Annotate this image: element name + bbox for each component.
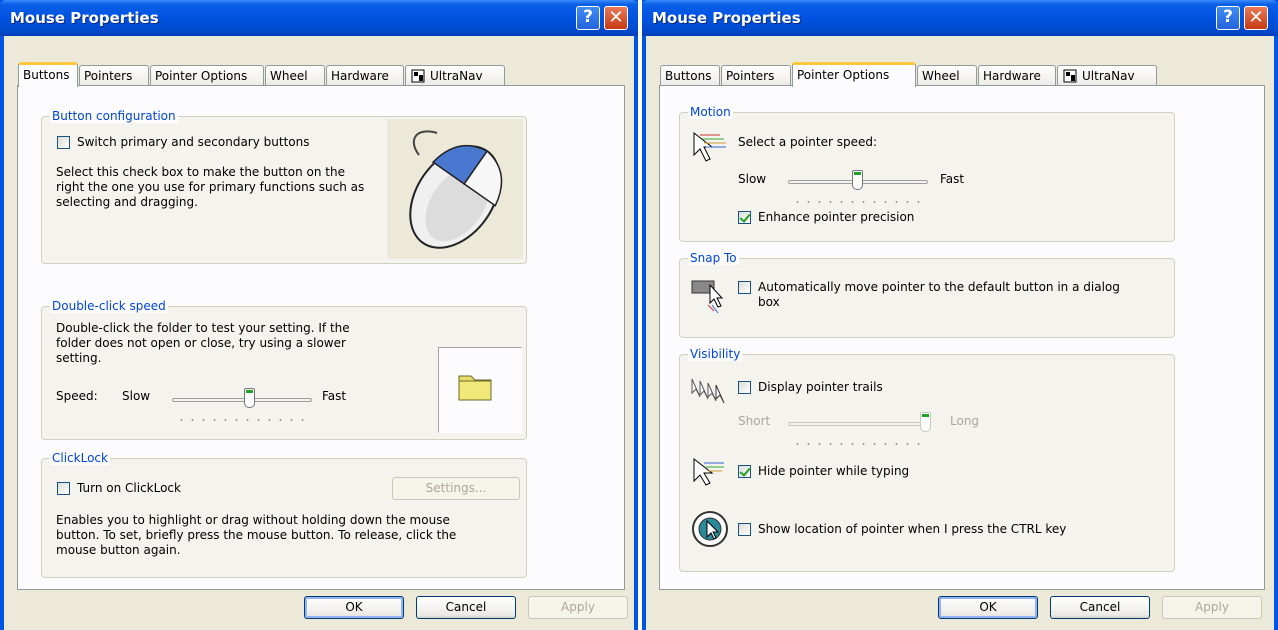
pointer-trails-checkbox[interactable] [738, 381, 751, 394]
mouse-properties-window-pointer-options: Mouse Properties ? ✕ Buttons Pointers Po… [642, 0, 1278, 630]
settings-button[interactable]: Settings... [392, 477, 520, 500]
cancel-button[interactable]: Cancel [416, 596, 516, 619]
tab-ultranav-label: UltraNav [1082, 69, 1135, 83]
pointer-speed-prompt: Select a pointer speed: [738, 135, 878, 149]
tab-pointers[interactable]: Pointers [721, 65, 791, 86]
mouse-properties-window-buttons: Mouse Properties ? ✕ Buttons Pointers Po… [0, 0, 638, 630]
slider-ticks [176, 419, 308, 421]
tab-hardware[interactable]: Hardware [978, 65, 1056, 86]
group-label: Visibility [688, 347, 743, 361]
group-label: Button configuration [50, 109, 178, 123]
tab-ultranav[interactable]: UltraNav [405, 65, 505, 86]
slow-label: Slow [738, 172, 767, 186]
pointer-trails-slider-track[interactable] [788, 422, 928, 426]
tab-wheel[interactable]: Wheel [917, 65, 977, 86]
double-click-group: Double-click speed Double-click the fold… [41, 299, 527, 440]
tab-pointer-options[interactable]: Pointer Options [792, 62, 916, 87]
enhance-precision-checkbox[interactable] [738, 211, 751, 224]
tab-ultranav[interactable]: UltraNav [1057, 65, 1157, 86]
button-configuration-group: Button configuration Switch primary and … [41, 109, 527, 264]
slow-label: Slow [122, 389, 151, 403]
ok-button[interactable]: OK [938, 596, 1038, 619]
group-label: Snap To [688, 251, 739, 265]
apply-button[interactable]: Apply [528, 596, 628, 619]
tab-pointers[interactable]: Pointers [79, 65, 149, 86]
tab-buttons[interactable]: Buttons [18, 62, 78, 87]
motion-group: Motion Select a pointer speed: Slow Fast [679, 105, 1175, 242]
tab-wheel[interactable]: Wheel [265, 65, 325, 86]
checkbox-label: Automatically move pointer to the defaul… [758, 280, 1120, 309]
help-button[interactable]: ? [576, 6, 600, 30]
pointer-trails-slider-thumb[interactable] [920, 412, 931, 432]
fast-label: Fast [322, 389, 347, 403]
mouse-icon [387, 119, 523, 259]
snap-to-group: Snap To Automatically move pointer to th… [679, 251, 1175, 338]
pointer-speed-icon [690, 129, 730, 168]
description-text: Enables you to highlight or drag without… [56, 513, 457, 557]
ctrl-locate-icon [690, 509, 730, 552]
checkbox-label: Turn on ClickLock [77, 481, 181, 495]
close-button[interactable]: ✕ [604, 6, 628, 30]
apply-button[interactable]: Apply [1162, 596, 1262, 619]
ok-button[interactable]: OK [304, 596, 404, 619]
window-title: Mouse Properties [10, 9, 159, 27]
clicklock-checkbox[interactable] [57, 482, 70, 495]
group-label: Double-click speed [50, 299, 168, 313]
tab-panel: Motion Select a pointer speed: Slow Fast [659, 85, 1265, 590]
tab-panel: Button configuration Switch primary and … [17, 85, 625, 590]
checkbox-label: Hide pointer while typing [758, 464, 910, 478]
tab-pointer-options[interactable]: Pointer Options [150, 65, 264, 86]
double-click-slider-thumb[interactable] [244, 388, 255, 408]
title-bar[interactable]: Mouse Properties ? ✕ [642, 0, 1278, 36]
checkbox-label: Enhance pointer precision [758, 210, 915, 224]
checkbox-label: Show location of pointer when I press th… [758, 522, 1067, 536]
tab-hardware[interactable]: Hardware [326, 65, 404, 86]
window-title: Mouse Properties [652, 9, 801, 27]
slider-ticks [792, 201, 924, 203]
fast-label: Fast [940, 172, 965, 186]
switch-buttons-checkbox[interactable] [57, 136, 70, 149]
snap-to-icon [690, 275, 730, 318]
close-button[interactable]: ✕ [1244, 6, 1268, 30]
clicklock-group: ClickLock Turn on ClickLock Settings... … [41, 451, 527, 578]
description-text: Double-click the folder to test your set… [56, 321, 350, 365]
cancel-button[interactable]: Cancel [1050, 596, 1150, 619]
checkbox-label: Display pointer trails [758, 380, 883, 394]
hide-pointer-icon [690, 455, 730, 490]
speed-label: Speed: [56, 389, 98, 403]
long-label: Long [950, 414, 980, 428]
pointer-speed-slider-thumb[interactable] [852, 170, 863, 190]
short-label: Short [738, 414, 771, 428]
description-text: Select this check box to make the button… [56, 165, 365, 209]
checkbox-label: Switch primary and secondary buttons [77, 135, 310, 149]
slider-ticks [792, 443, 924, 445]
ctrl-locate-checkbox[interactable] [738, 523, 751, 536]
group-label: ClickLock [50, 451, 110, 465]
help-button[interactable]: ? [1216, 6, 1240, 30]
test-folder[interactable] [438, 347, 522, 433]
snap-to-checkbox[interactable] [738, 281, 751, 294]
dialog-client: Buttons Pointers Pointer Options Wheel H… [4, 36, 634, 630]
visibility-group: Visibility Display pointer trails Short … [679, 347, 1175, 572]
tab-ultranav-label: UltraNav [430, 69, 483, 83]
double-click-slider-track[interactable] [172, 398, 312, 402]
dialog-client: Buttons Pointers Pointer Options Wheel H… [646, 36, 1274, 630]
tab-buttons[interactable]: Buttons [660, 65, 720, 86]
pointer-trails-icon [690, 375, 730, 410]
group-label: Motion [688, 105, 733, 119]
hide-pointer-checkbox[interactable] [738, 465, 751, 478]
title-bar[interactable]: Mouse Properties ? ✕ [0, 0, 638, 36]
